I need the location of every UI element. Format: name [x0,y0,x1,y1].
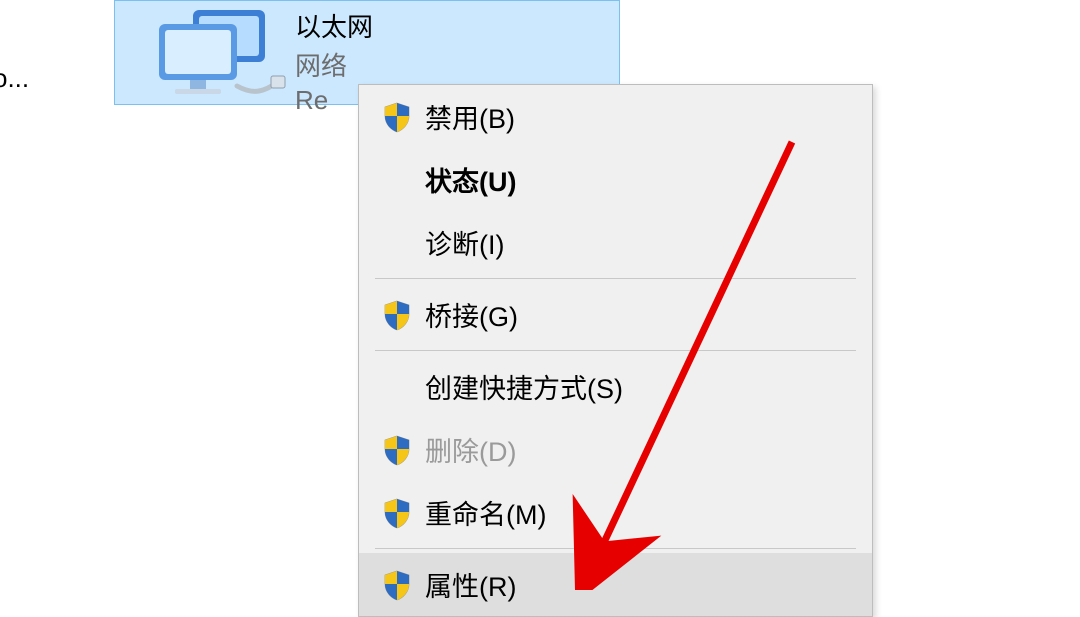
left-truncated-text: so... [0,63,29,94]
menu-item: 删除(D) [359,418,872,481]
menu-item-label: 重命名(M) [425,493,546,532]
menu-item-label: 属性(R) [425,565,516,604]
menu-item[interactable]: 桥接(G) [359,283,872,346]
menu-separator [375,278,856,279]
adapter-subtitle: 网络 [295,46,373,83]
menu-item[interactable]: 重命名(M) [359,481,872,544]
network-adapter-icon [125,5,295,103]
menu-item[interactable]: 诊断(I) [359,211,872,274]
menu-item[interactable]: 创建快捷方式(S) [359,355,872,418]
menu-item-label: 删除(D) [425,430,516,469]
menu-item[interactable]: 属性(R) [359,553,872,616]
context-menu: 禁用(B) 状态(U) 诊断(I) 桥接(G) 创建快捷方式(S) 删除(D) 重命名… [358,84,873,617]
menu-separator [375,350,856,351]
adapter-title: 以太网 [295,7,373,44]
menu-item-label: 桥接(G) [425,295,518,334]
shield-icon [375,494,419,532]
menu-item-label: 诊断(I) [425,223,504,262]
menu-icon-empty [375,368,419,406]
menu-item-label: 禁用(B) [425,97,515,136]
menu-item-label: 创建快捷方式(S) [425,367,623,406]
shield-icon [375,566,419,604]
menu-icon-empty [375,161,419,199]
menu-separator [375,548,856,549]
menu-item[interactable]: 禁用(B) [359,85,872,148]
menu-item[interactable]: 状态(U) [359,148,872,211]
shield-icon [375,431,419,469]
menu-item-label: 状态(U) [425,160,516,199]
shield-icon [375,98,419,136]
menu-icon-empty [375,224,419,262]
shield-icon [375,296,419,334]
